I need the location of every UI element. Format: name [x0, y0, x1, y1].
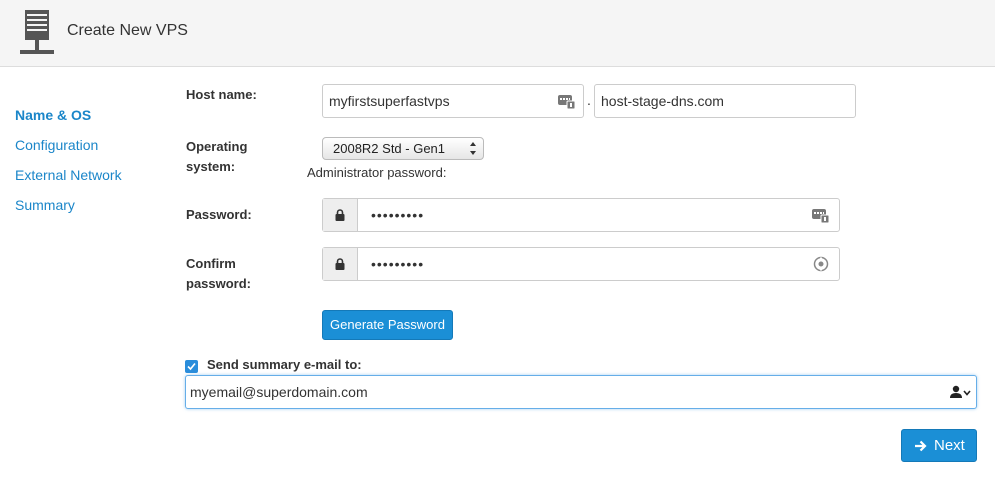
- next-button[interactable]: Next: [901, 429, 977, 462]
- keyboard-icon: [558, 95, 575, 109]
- person-dropdown-icon[interactable]: [950, 385, 972, 399]
- host-domain-separator: .: [587, 92, 591, 108]
- password-reveal-icon[interactable]: [813, 256, 829, 272]
- email-input[interactable]: myemail@superdomain.com: [185, 375, 977, 409]
- select-arrows-icon: [470, 142, 476, 155]
- admin-password-caption: Administrator password:: [307, 165, 447, 180]
- lock-icon: [335, 258, 345, 270]
- confirm-label-line2: password:: [186, 276, 252, 291]
- host-name-value: myfirstsuperfastvps: [329, 93, 450, 109]
- domain-input[interactable]: host-stage-dns.com: [594, 84, 856, 118]
- send-email-label: Send summary e-mail to:: [207, 357, 362, 372]
- keyboard-icon: [812, 209, 829, 223]
- os-label-line1: Operating: [186, 139, 248, 154]
- password-field[interactable]: •••••••••: [322, 198, 840, 232]
- lock-icon: [335, 209, 345, 221]
- nav-item-summary[interactable]: Summary: [15, 195, 122, 225]
- send-email-checkbox[interactable]: [185, 360, 198, 373]
- page-header: Create New VPS: [0, 0, 995, 67]
- nav-item-configuration[interactable]: Configuration: [15, 135, 122, 165]
- nav-item-external-network[interactable]: External Network: [15, 165, 122, 195]
- next-label: Next: [934, 437, 965, 454]
- server-icon: [20, 10, 54, 54]
- host-name-input[interactable]: myfirstsuperfastvps: [322, 84, 584, 118]
- os-label-line2: system:: [186, 159, 236, 174]
- arrow-right-icon: [915, 440, 927, 452]
- confirm-password-field[interactable]: •••••••••: [322, 247, 840, 281]
- wizard-steps-nav: Name & OS Configuration External Network…: [15, 105, 122, 225]
- password-value: •••••••••: [371, 207, 425, 223]
- confirm-label-line1: Confirm: [186, 256, 236, 271]
- checkmark-icon: [187, 362, 196, 371]
- host-name-label: Host name:: [186, 87, 257, 102]
- os-selected-value: 2008R2 Std - Gen1: [333, 141, 446, 156]
- email-value: myemail@superdomain.com: [190, 384, 368, 400]
- password-label: Password:: [186, 207, 252, 222]
- generate-password-button[interactable]: Generate Password: [322, 310, 453, 340]
- os-select[interactable]: 2008R2 Std - Gen1: [322, 137, 484, 160]
- password-addon: [323, 199, 358, 231]
- domain-value: host-stage-dns.com: [601, 93, 724, 109]
- confirm-password-addon: [323, 248, 358, 280]
- page-title: Create New VPS: [67, 22, 188, 39]
- nav-item-name-os[interactable]: Name & OS: [15, 105, 122, 135]
- confirm-password-value: •••••••••: [371, 256, 425, 272]
